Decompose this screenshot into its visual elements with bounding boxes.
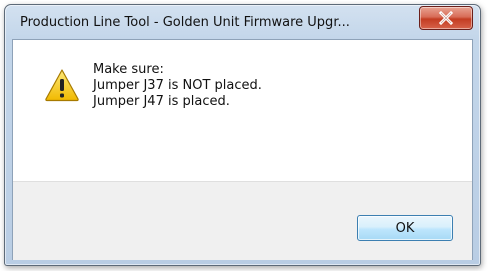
- ok-button[interactable]: OK: [357, 215, 453, 241]
- message-area: Make sure: Jumper J37 is NOT placed. Jum…: [13, 40, 472, 181]
- dialog-body: Make sure: Jumper J37 is NOT placed. Jum…: [12, 39, 473, 260]
- message-dialog: Production Line Tool - Golden Unit Firmw…: [4, 4, 481, 266]
- warning-icon: [44, 68, 80, 102]
- message-text: Make sure: Jumper J37 is NOT placed. Jum…: [93, 62, 262, 110]
- close-icon: [420, 7, 472, 29]
- message-line: Jumper J37 is NOT placed.: [93, 78, 262, 93]
- title-bar[interactable]: Production Line Tool - Golden Unit Firmw…: [5, 5, 480, 39]
- window-title: Production Line Tool - Golden Unit Firmw…: [20, 15, 350, 30]
- message-line: Make sure:: [93, 62, 164, 77]
- button-bar: OK: [13, 181, 472, 260]
- close-button[interactable]: [419, 6, 473, 30]
- message-line: Jumper J47 is placed.: [93, 94, 230, 109]
